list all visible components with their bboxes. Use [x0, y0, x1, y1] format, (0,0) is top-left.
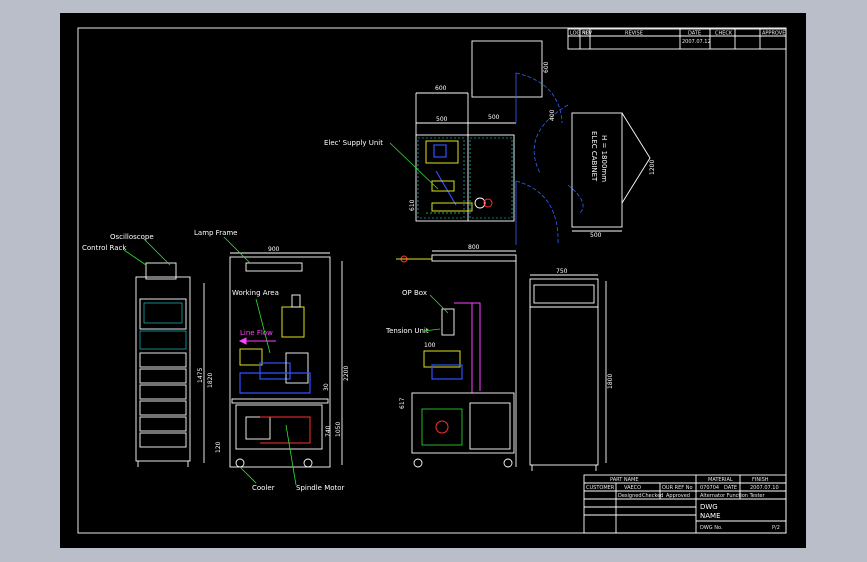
- op-box-label: OP Box: [402, 289, 427, 297]
- title-block: PART NAME MATERIAL FINISH CUSTOMER VAECO…: [583, 474, 787, 534]
- tb-designed: Designed: [618, 493, 642, 499]
- tb-name: NAME: [700, 512, 721, 520]
- spindle-motor-label: Spindle Motor: [296, 484, 345, 492]
- tb-checked: Checked: [642, 493, 663, 499]
- tb-project: Alternator Function Tester: [700, 493, 765, 499]
- dim-500-cabinet: 500: [590, 232, 602, 239]
- dim-617: 617: [399, 397, 406, 409]
- dim-1475: 1475: [197, 368, 204, 383]
- dim-2200: 2200: [343, 366, 350, 381]
- elec-cabinet-height: H = 1800mm: [600, 135, 608, 182]
- dim-1800: 1800: [607, 374, 614, 389]
- tb-customer: CUSTOMER: [586, 485, 615, 491]
- dim-500-right: 500: [488, 114, 500, 121]
- dim-30: 30: [323, 383, 330, 391]
- tb-customer-value: VAECO: [624, 485, 641, 491]
- dim-400: 400: [549, 109, 556, 121]
- dim-600-v: 600: [543, 61, 550, 73]
- tb-date-value: 2007.07.10: [750, 485, 779, 491]
- elec-cabinet-label: ELEC CABINET: [590, 131, 598, 182]
- lamp-frame-label: Lamp Frame: [194, 229, 238, 237]
- rev-date-value: 2007.07.12: [682, 39, 711, 45]
- dim-800: 800: [468, 244, 480, 251]
- line-flow-label: Line Flow: [240, 329, 273, 337]
- rev-h-date: DATE: [688, 31, 701, 37]
- tb-sheet: P/2: [772, 525, 780, 531]
- revision-block: LOG NO REV REVISE DATE CHECK APPROVE 200…: [567, 28, 787, 50]
- cad-viewport[interactable]: LOG NO REV REVISE DATE CHECK APPROVE 200…: [60, 13, 806, 548]
- tb-dwg-no: DWG No.: [700, 525, 723, 531]
- top-view: 600 600 500 500 610 400 ELEC CABINET H =…: [324, 40, 656, 246]
- oscilloscope-label: Oscilloscope: [110, 233, 154, 241]
- tb-our-ref: OUR REF No: [662, 485, 693, 491]
- elec-supply-label: Elec' Supply Unit: [324, 139, 383, 147]
- control-rack: 1475 1820 Oscilloscope Control Rack: [82, 233, 214, 467]
- cabinet-side-view: 750 1800: [529, 268, 614, 471]
- rev-h-rev: REV: [582, 31, 593, 37]
- dim-120: 120: [215, 441, 222, 453]
- dim-600-h: 600: [435, 85, 447, 92]
- tb-ref-value: 070704: [700, 485, 719, 491]
- tb-dwg: DWG: [700, 503, 718, 511]
- control-rack-label: Control Rack: [82, 244, 127, 252]
- dim-900: 900: [268, 246, 280, 253]
- dim-100: 100: [424, 342, 436, 349]
- dim-740: 740: [325, 425, 332, 437]
- rev-h-approve: APPROVE: [762, 31, 785, 37]
- tb-approved: Approved: [666, 493, 690, 499]
- working-area-label: Working Area: [232, 289, 279, 297]
- side-view: 800 100 617 OP Box Tension Unit: [385, 244, 517, 468]
- dim-1050: 1050: [335, 422, 342, 437]
- cad-drawing: LOG NO REV REVISE DATE CHECK APPROVE 200…: [77, 27, 787, 534]
- dim-1200: 1200: [649, 160, 656, 175]
- drawing-border: [77, 27, 787, 534]
- rev-h-check: CHECK: [715, 31, 733, 37]
- dim-1820: 1820: [207, 373, 214, 388]
- dim-610: 610: [409, 199, 416, 211]
- tension-unit-label: Tension Unit: [385, 327, 429, 335]
- tb-finish: FINISH: [752, 477, 769, 483]
- working-station: 900 120 30 2200 740 1050 Lamp Frame Work…: [194, 229, 350, 492]
- cooler-label: Cooler: [252, 484, 275, 492]
- tb-material: MATERIAL: [708, 477, 733, 483]
- dim-750: 750: [556, 268, 568, 275]
- tb-part-name: PART NAME: [610, 477, 639, 483]
- rev-h-revise: REVISE: [625, 31, 643, 37]
- dim-500-left: 500: [436, 116, 448, 123]
- tb-date-label: DATE: [724, 485, 737, 491]
